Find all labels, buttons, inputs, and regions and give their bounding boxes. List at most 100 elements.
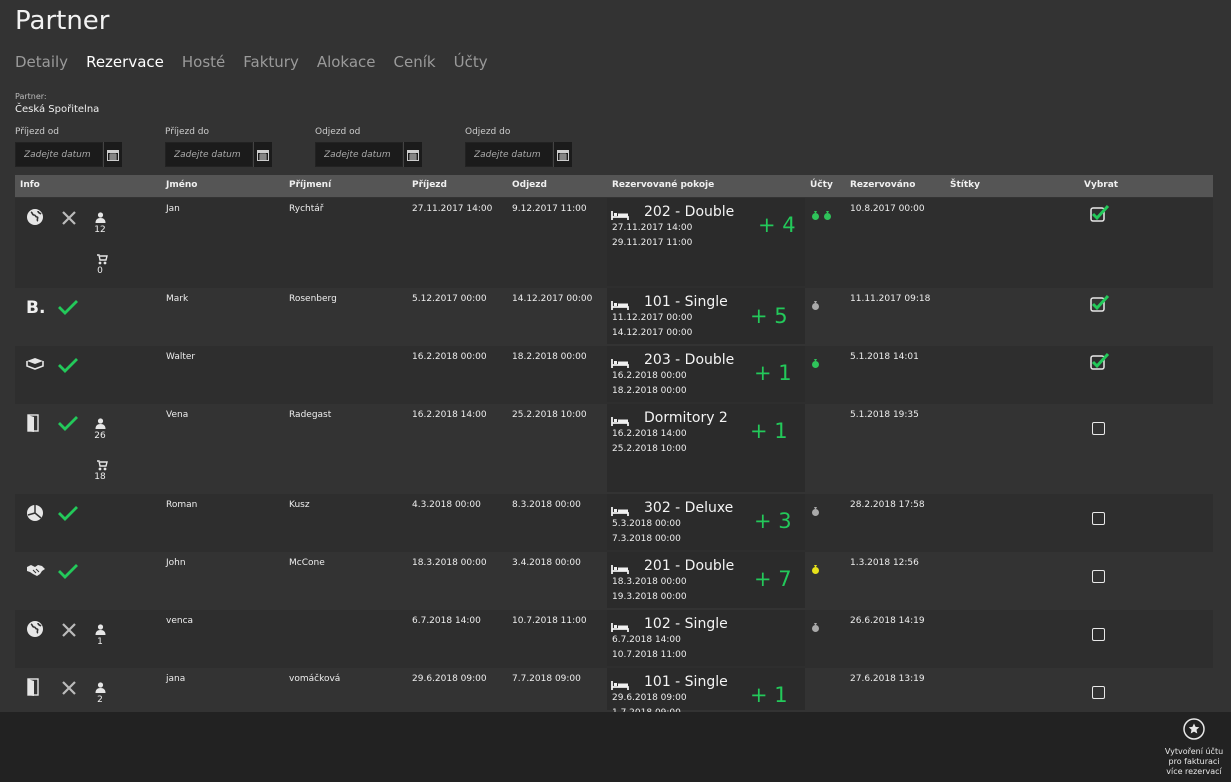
tab-reservations[interactable]: Rezervace <box>86 53 164 71</box>
adult-count: 1 <box>97 637 103 647</box>
arrival: 18.3.2018 00:00 <box>412 558 487 568</box>
select-checkbox-checked[interactable] <box>1088 352 1110 374</box>
room-from: 18.3.2018 00:00 <box>612 577 687 587</box>
money-bag-icon[interactable] <box>811 617 820 636</box>
table-header: Info Jméno Příjmení Příjezd Odjezd Rezer… <box>15 175 1213 197</box>
confirmed-check-icon <box>57 298 79 320</box>
departure-from-input[interactable] <box>315 142 403 167</box>
column-tags: Štítky <box>950 180 981 190</box>
arrival: 29.6.2018 09:00 <box>412 674 487 684</box>
select-checkbox-checked[interactable] <box>1088 294 1110 316</box>
room-name[interactable]: 101 - Single <box>644 674 728 690</box>
table-row[interactable]: 12 0 Jan Rychtář 27.11.2017 14:00 9.12.2017 1… <box>15 198 1213 288</box>
tab-pricelist[interactable]: Ceník <box>394 53 436 71</box>
filter-label: Odjezd od <box>315 127 361 137</box>
booking-logo-icon: B. <box>26 298 46 320</box>
first-name: jana <box>166 674 186 684</box>
bed-icon <box>26 356 44 375</box>
more-rooms[interactable]: + 1 <box>750 419 788 443</box>
tab-invoices[interactable]: Faktury <box>243 53 299 71</box>
select-checkbox[interactable] <box>1092 686 1105 699</box>
room-name[interactable]: 201 - Double <box>644 558 734 574</box>
room-to: 7.3.2018 00:00 <box>612 534 681 544</box>
calendar-icon[interactable] <box>553 142 572 167</box>
money-bag-icon[interactable] <box>811 295 820 314</box>
adult-count: 2 <box>97 695 103 705</box>
table-row[interactable]: 26 18 Vena Radegast 16.2.2018 14:00 25.2.2018… <box>15 404 1213 494</box>
reserved-date: 1.3.2018 12:56 <box>850 558 919 568</box>
departure: 14.12.2017 00:00 <box>512 294 593 304</box>
action-label-line: pro fakturaci <box>1168 757 1220 766</box>
tab-allocations[interactable]: Alokace <box>317 53 376 71</box>
room-to: 29.11.2017 11:00 <box>612 238 693 248</box>
more-rooms[interactable]: + 3 <box>754 509 792 533</box>
table-row[interactable]: John McCone 18.3.2018 00:00 3.4.2018 00:00 2… <box>15 552 1213 610</box>
departure: 8.3.2018 00:00 <box>512 500 581 510</box>
select-checkbox[interactable] <box>1092 512 1105 525</box>
calendar-icon[interactable] <box>253 142 272 167</box>
star-icon <box>1183 718 1205 740</box>
money-bag-icon[interactable] <box>811 205 820 224</box>
reserved-date: 10.8.2017 00:00 <box>850 204 925 214</box>
column-reserved[interactable]: Rezervováno <box>850 180 915 190</box>
column-last-name[interactable]: Příjmení <box>289 180 331 190</box>
create-invoice-account-button[interactable]: Vytvoření účtu pro fakturaci více rezervac… <box>1160 718 1228 777</box>
select-checkbox[interactable] <box>1092 570 1105 583</box>
arrival-from-input[interactable] <box>15 142 103 167</box>
column-arrival[interactable]: Příjezd <box>412 180 447 190</box>
handshake-icon <box>26 562 46 581</box>
page-title: Partner <box>15 6 110 36</box>
tab-details[interactable]: Detaily <box>15 53 68 71</box>
money-bag-icon[interactable] <box>811 353 820 372</box>
room-to: 14.12.2017 00:00 <box>612 328 693 338</box>
more-rooms[interactable]: + 4 <box>758 213 796 237</box>
room-name[interactable]: Dormitory 2 <box>644 410 728 426</box>
table-row[interactable]: Walter 16.2.2018 00:00 18.2.2018 00:00 203 … <box>15 346 1213 404</box>
globe-icon <box>26 620 44 642</box>
cancelled-x-icon <box>61 680 77 700</box>
arrival: 5.12.2017 00:00 <box>412 294 487 304</box>
tab-guests[interactable]: Hosté <box>182 53 225 71</box>
calendar-icon[interactable] <box>403 142 422 167</box>
room-from: 11.12.2017 00:00 <box>612 313 693 323</box>
money-bag-icon[interactable] <box>823 205 832 224</box>
more-rooms[interactable]: + 1 <box>754 361 792 385</box>
room-name[interactable]: 302 - Deluxe <box>644 500 733 516</box>
more-rooms[interactable]: + 7 <box>754 567 792 591</box>
departure: 18.2.2018 00:00 <box>512 352 587 362</box>
cancelled-x-icon <box>61 210 77 230</box>
more-rooms[interactable]: + 1 <box>750 683 788 707</box>
room-name[interactable]: 203 - Double <box>644 352 734 368</box>
room-name[interactable]: 102 - Single <box>644 616 728 632</box>
room-from: 5.3.2018 00:00 <box>612 519 681 529</box>
departure: 9.12.2017 11:00 <box>512 204 587 214</box>
first-name: Walter <box>166 352 196 362</box>
column-first-name[interactable]: Jméno <box>166 180 197 190</box>
table-row[interactable]: Roman Kusz 4.3.2018 00:00 8.3.2018 00:00 302… <box>15 494 1213 552</box>
table-row[interactable]: 2 jana vomáčková 29.6.2018 09:00 7.7.2018 09… <box>15 668 1213 718</box>
column-departure[interactable]: Odjezd <box>512 180 547 190</box>
room-name[interactable]: 202 - Double <box>644 204 734 220</box>
money-bag-icon[interactable] <box>811 501 820 520</box>
filter-departure-from: Odjezd od <box>315 127 455 167</box>
tab-accounts[interactable]: Účty <box>454 53 488 71</box>
select-checkbox[interactable] <box>1092 628 1105 641</box>
calendar-icon[interactable] <box>103 142 122 167</box>
room-name[interactable]: 101 - Single <box>644 294 728 310</box>
first-name: Jan <box>166 204 180 214</box>
table-row[interactable]: 1 venca 6.7.2018 14:00 10.7.2018 11:00 102 -… <box>15 610 1213 668</box>
money-bag-icon[interactable] <box>811 559 820 578</box>
select-checkbox[interactable] <box>1092 422 1105 435</box>
more-rooms[interactable]: + 5 <box>750 304 788 328</box>
confirmed-check-icon <box>57 414 79 436</box>
last-name: McCone <box>289 558 325 568</box>
room-from: 6.7.2018 14:00 <box>612 635 681 645</box>
partner-value: Česká Spořitelna <box>15 104 100 115</box>
table-row[interactable]: B. Mark Rosenberg 5.12.2017 00:00 14.12.2017… <box>15 288 1213 346</box>
filter-label: Příjezd od <box>15 127 60 137</box>
arrival: 4.3.2018 00:00 <box>412 500 481 510</box>
departure-to-input[interactable] <box>465 142 553 167</box>
arrival-to-input[interactable] <box>165 142 253 167</box>
select-checkbox-checked[interactable] <box>1088 204 1110 226</box>
departure: 3.4.2018 00:00 <box>512 558 581 568</box>
